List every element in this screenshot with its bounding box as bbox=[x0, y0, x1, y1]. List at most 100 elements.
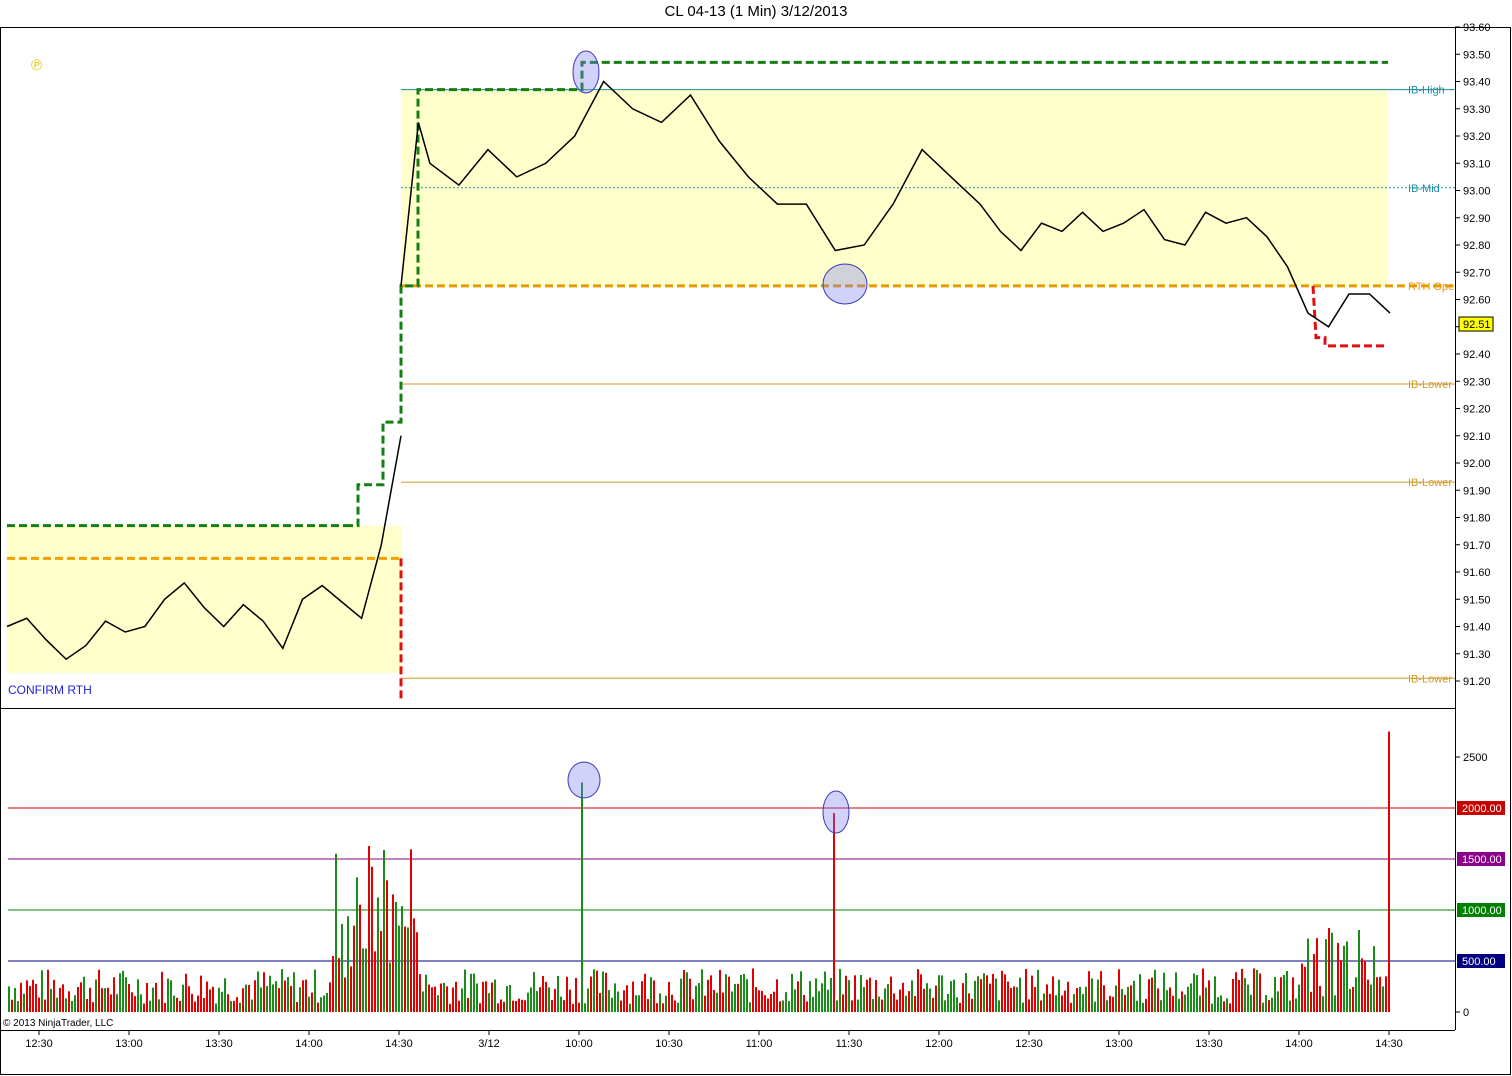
volume-bar bbox=[422, 991, 424, 1012]
y-tick-label: 91.20 bbox=[1463, 676, 1491, 688]
volume-bar bbox=[1229, 1003, 1231, 1012]
volume-bar bbox=[89, 987, 91, 1012]
y-tick-label: 92.20 bbox=[1463, 404, 1491, 416]
volume-bar bbox=[629, 1003, 631, 1012]
volume-bar bbox=[266, 986, 268, 1012]
volume-bar bbox=[881, 999, 883, 1012]
volume-bar bbox=[611, 997, 613, 1012]
volume-bar bbox=[362, 948, 364, 1012]
volume-bar bbox=[791, 973, 793, 1012]
volume-bar bbox=[557, 975, 559, 1012]
volume-bar bbox=[776, 979, 778, 1012]
y-tick-label: 92.30 bbox=[1463, 376, 1491, 388]
y-tick-label: 91.60 bbox=[1463, 567, 1491, 579]
volume-bar bbox=[1025, 969, 1027, 1012]
volume-bar bbox=[128, 984, 130, 1012]
highlight-circle bbox=[567, 761, 601, 799]
volume-bar bbox=[407, 927, 409, 1012]
volume-bar bbox=[539, 987, 541, 1012]
volume-bar bbox=[338, 958, 340, 1012]
chart-canvas[interactable]: IB-High IB-Mid RTH Ope IB-Lower IB-Lower IB-L… bbox=[0, 0, 1512, 1076]
volume-bar bbox=[257, 971, 259, 1012]
volume-bar bbox=[1301, 963, 1303, 1012]
volume-bar bbox=[278, 988, 280, 1012]
volume-bar bbox=[353, 925, 355, 1012]
volume-bar bbox=[1367, 979, 1369, 1012]
volume-bar bbox=[575, 977, 577, 1012]
volume-bar bbox=[95, 979, 97, 1012]
volume-bar bbox=[509, 984, 511, 1012]
volume-bar bbox=[356, 877, 358, 1012]
highlight-circle bbox=[822, 790, 850, 834]
volume-bar bbox=[296, 1001, 298, 1012]
y-tick-label: 93.50 bbox=[1463, 49, 1491, 61]
volume-bar bbox=[485, 981, 487, 1012]
price-panel: IB-High IB-Mid RTH Ope IB-Lower IB-Lower IB-L… bbox=[6, 50, 1455, 700]
copyright-text: © 2013 NinjaTrader, LLC bbox=[3, 1018, 114, 1029]
y-tick-label: 91.30 bbox=[1463, 649, 1491, 661]
volume-bar bbox=[56, 997, 58, 1012]
volume-bar bbox=[1211, 1003, 1213, 1012]
volume-bar bbox=[827, 989, 829, 1012]
volume-bar bbox=[1016, 987, 1018, 1012]
volume-bar bbox=[1319, 985, 1321, 1012]
volume-bar bbox=[428, 984, 430, 1012]
volume-bar bbox=[845, 975, 847, 1012]
volume-bar bbox=[524, 1000, 526, 1012]
volume-bar bbox=[11, 999, 13, 1012]
volume-bar bbox=[836, 1000, 838, 1012]
volume-bar bbox=[1196, 975, 1198, 1012]
volume-bar bbox=[1076, 988, 1078, 1012]
volume-bar bbox=[1376, 977, 1378, 1012]
volume-bar bbox=[1124, 994, 1126, 1012]
volume-bar bbox=[662, 1003, 664, 1012]
volume-bar bbox=[545, 981, 547, 1012]
x-tick-label: 14:30 bbox=[385, 1038, 413, 1050]
volume-bar bbox=[902, 982, 904, 1012]
volume-bar bbox=[413, 918, 415, 1012]
x-tick-label: 10:00 bbox=[565, 1038, 593, 1050]
volume-bar bbox=[320, 997, 322, 1012]
volume-bar bbox=[455, 981, 457, 1012]
volume-bar bbox=[1361, 958, 1363, 1012]
volume-bar bbox=[1349, 988, 1351, 1012]
confirm-rth-label: CONFIRM RTH bbox=[8, 683, 92, 697]
volume-bar bbox=[635, 995, 637, 1012]
volume-bar bbox=[1049, 993, 1051, 1012]
volume-bar bbox=[425, 974, 427, 1012]
volume-bar bbox=[1340, 960, 1342, 1012]
volume-bar bbox=[68, 991, 70, 1012]
volume-bar bbox=[62, 984, 64, 1012]
volume-bar bbox=[584, 1003, 586, 1012]
volume-bar bbox=[680, 978, 682, 1012]
volume-bar bbox=[1067, 981, 1069, 1012]
volume-bar bbox=[182, 984, 184, 1012]
volume-bar bbox=[860, 974, 862, 1012]
volume-bar bbox=[260, 987, 262, 1012]
y-tick-label: 92.70 bbox=[1463, 267, 1491, 279]
y-tick-label: 91.90 bbox=[1463, 485, 1491, 497]
x-tick-label: 12:00 bbox=[925, 1038, 953, 1050]
volume-bar bbox=[395, 901, 397, 1012]
volume-bar bbox=[152, 987, 154, 1012]
volume-bar bbox=[1082, 994, 1084, 1012]
volume-bar bbox=[104, 988, 106, 1012]
volume-bar bbox=[500, 999, 502, 1012]
volume-bar bbox=[851, 1000, 853, 1012]
volume-bar bbox=[1145, 998, 1147, 1012]
y-tick-label: 92.00 bbox=[1463, 458, 1491, 470]
volume-bar bbox=[785, 992, 787, 1012]
x-tick-label: 13:30 bbox=[1195, 1038, 1223, 1050]
volume-bar bbox=[311, 992, 313, 1012]
x-tick-label: 12:30 bbox=[25, 1038, 53, 1050]
volume-bar bbox=[950, 981, 952, 1012]
volume-bar bbox=[1169, 987, 1171, 1012]
volume-bar bbox=[299, 987, 301, 1012]
y-tick-label: 92.40 bbox=[1463, 349, 1491, 361]
volume-bar bbox=[590, 976, 592, 1012]
y-tick-label: 93.60 bbox=[1463, 22, 1491, 34]
volume-bar bbox=[659, 993, 661, 1012]
volume-bar bbox=[599, 993, 601, 1012]
volume-bar bbox=[44, 999, 46, 1012]
volume-bar bbox=[1244, 978, 1246, 1012]
